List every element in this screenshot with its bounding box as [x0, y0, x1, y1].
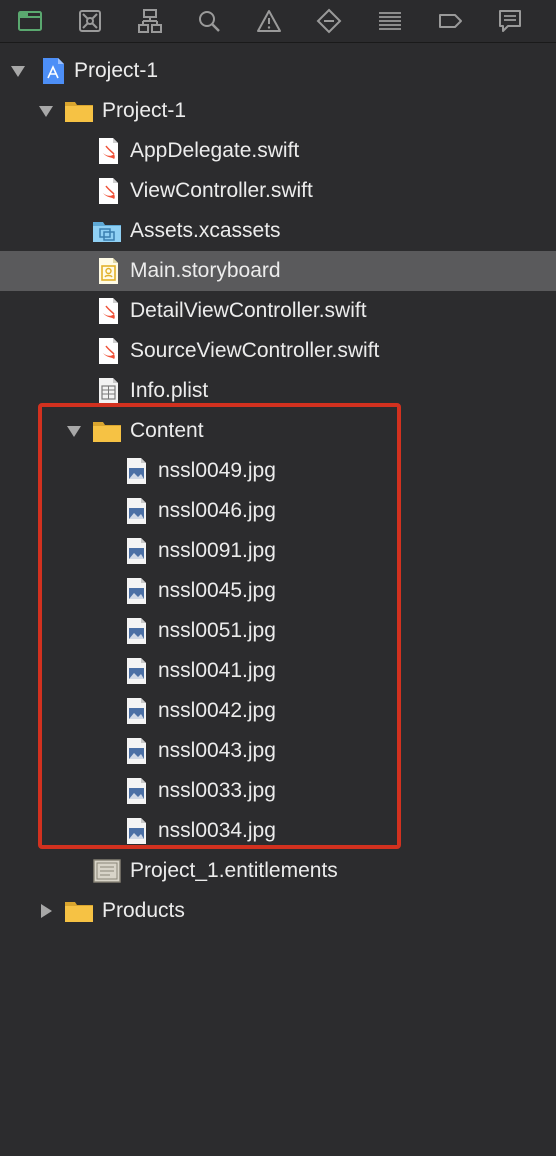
tree-row-group-content[interactable]: Content	[0, 411, 556, 451]
tree-row-image[interactable]: nssl0049.jpg	[0, 451, 556, 491]
xcode-project-icon	[38, 57, 68, 85]
file-label: Info.plist	[130, 379, 209, 402]
folder-icon	[92, 417, 122, 445]
image-file-label: nssl0043.jpg	[158, 739, 276, 762]
disclosure-expanded-icon[interactable]	[38, 103, 54, 119]
image-file-icon	[122, 577, 152, 605]
report-navigator-icon[interactable]	[494, 5, 526, 37]
tree-row-file[interactable]: Assets.xcassets	[0, 211, 556, 251]
tree-row-file[interactable]: DetailViewController.swift	[0, 291, 556, 331]
image-file-label: nssl0049.jpg	[158, 459, 276, 482]
tree-row-file[interactable]: Project_1.entitlements	[0, 851, 556, 891]
image-file-label: nssl0041.jpg	[158, 659, 276, 682]
source-control-icon[interactable]	[74, 5, 106, 37]
tree-row-image[interactable]: nssl0043.jpg	[0, 731, 556, 771]
entitlements-file-icon	[92, 857, 122, 885]
image-file-icon	[122, 457, 152, 485]
group-label: Content	[130, 419, 204, 442]
image-file-label: nssl0034.jpg	[158, 819, 276, 842]
tree-row-file[interactable]: SourceViewController.swift	[0, 331, 556, 371]
tree-row-image[interactable]: nssl0091.jpg	[0, 531, 556, 571]
find-navigator-icon[interactable]	[193, 5, 225, 37]
image-file-icon	[122, 737, 152, 765]
image-file-label: nssl0042.jpg	[158, 699, 276, 722]
tree-row-project[interactable]: Project-1	[0, 51, 556, 91]
navigator-toolbar	[0, 0, 556, 43]
image-file-label: nssl0033.jpg	[158, 779, 276, 802]
image-file-icon	[122, 777, 152, 805]
swift-file-icon	[94, 297, 124, 325]
image-file-label: nssl0045.jpg	[158, 579, 276, 602]
file-label: ViewController.swift	[130, 179, 313, 202]
file-label: SourceViewController.swift	[130, 339, 380, 362]
tree-row-image[interactable]: nssl0041.jpg	[0, 651, 556, 691]
group-label: Products	[102, 899, 185, 922]
tree-row-image[interactable]: nssl0042.jpg	[0, 691, 556, 731]
image-file-icon	[122, 537, 152, 565]
file-label: Assets.xcassets	[130, 219, 281, 242]
issue-navigator-icon[interactable]	[253, 5, 285, 37]
disclosure-expanded-icon[interactable]	[66, 423, 82, 439]
tree-row-file[interactable]: AppDelegate.swift	[0, 131, 556, 171]
tree-row-image[interactable]: nssl0034.jpg	[0, 811, 556, 851]
image-file-label: nssl0091.jpg	[158, 539, 276, 562]
swift-file-icon	[94, 177, 124, 205]
project-navigator-icon[interactable]	[14, 5, 46, 37]
file-label: Project_1.entitlements	[130, 859, 338, 882]
image-file-icon	[122, 697, 152, 725]
tree-row-group-project[interactable]: Project-1	[0, 91, 556, 131]
tree-row-file[interactable]: ViewController.swift	[0, 171, 556, 211]
image-file-icon	[122, 617, 152, 645]
file-label: DetailViewController.swift	[130, 299, 367, 322]
image-file-icon	[122, 657, 152, 685]
project-label: Project-1	[74, 59, 159, 82]
test-navigator-icon[interactable]	[313, 5, 345, 37]
file-label: Main.storyboard	[130, 259, 281, 282]
tree-row-image[interactable]: nssl0045.jpg	[0, 571, 556, 611]
disclosure-expanded-icon[interactable]	[10, 63, 26, 79]
image-file-icon	[122, 497, 152, 525]
swift-file-icon	[94, 137, 124, 165]
tree-row-image[interactable]: nssl0033.jpg	[0, 771, 556, 811]
tree-row-image[interactable]: nssl0046.jpg	[0, 491, 556, 531]
tree-row-group-products[interactable]: Products	[0, 891, 556, 931]
plist-file-icon	[94, 377, 124, 405]
folder-icon	[64, 897, 94, 925]
debug-navigator-icon[interactable]	[374, 5, 406, 37]
disclosure-collapsed-icon[interactable]	[38, 903, 54, 919]
group-label: Project-1	[102, 99, 187, 122]
tree-row-image[interactable]: nssl0051.jpg	[0, 611, 556, 651]
asset-catalog-icon	[92, 217, 122, 245]
file-label: AppDelegate.swift	[130, 139, 300, 162]
swift-file-icon	[94, 337, 124, 365]
image-file-label: nssl0051.jpg	[158, 619, 276, 642]
breakpoint-navigator-icon[interactable]	[434, 5, 466, 37]
image-file-icon	[122, 817, 152, 845]
folder-icon	[64, 97, 94, 125]
tree-row-file[interactable]: Info.plist	[0, 371, 556, 411]
symbol-navigator-icon[interactable]	[134, 5, 166, 37]
image-file-label: nssl0046.jpg	[158, 499, 276, 522]
storyboard-file-icon	[94, 257, 124, 285]
tree-row-file-selected[interactable]: Main.storyboard	[0, 251, 556, 291]
